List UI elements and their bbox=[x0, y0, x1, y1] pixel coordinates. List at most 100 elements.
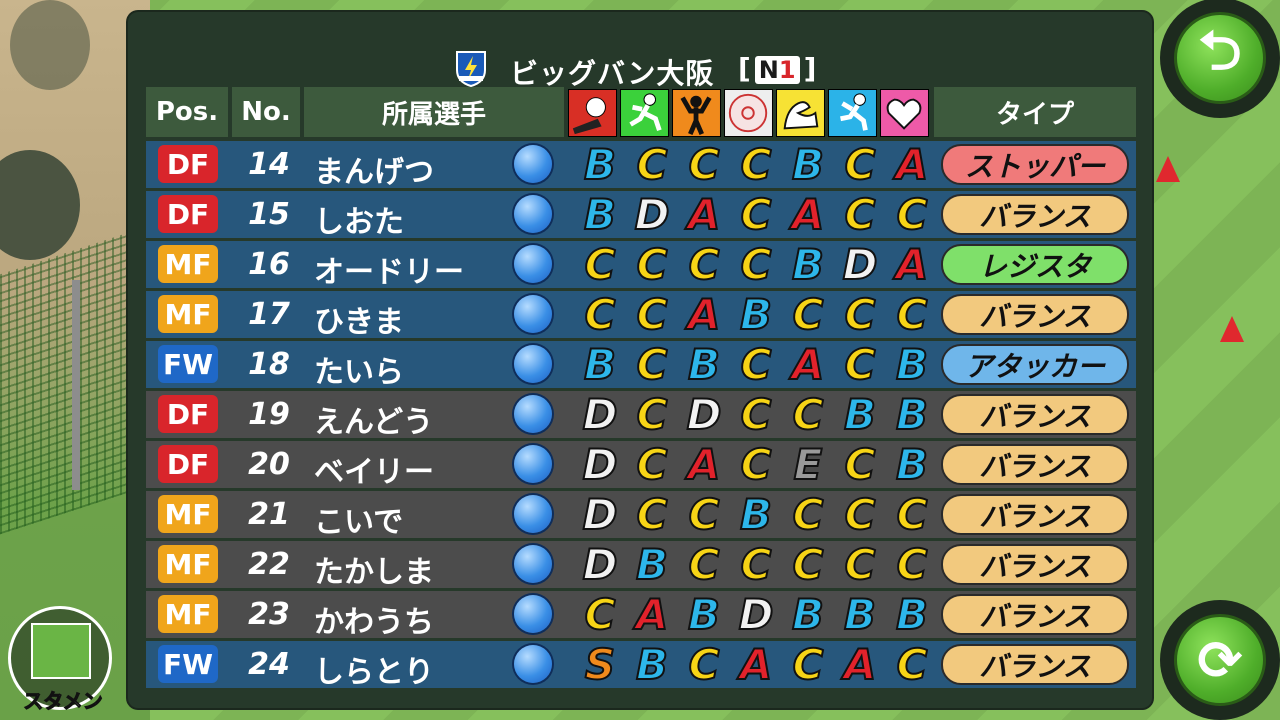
stat-grade: D bbox=[582, 389, 619, 440]
header-player: 所属選手 bbox=[304, 87, 564, 137]
player-number: 18 bbox=[248, 347, 290, 382]
stat-grade: C bbox=[844, 539, 877, 590]
player-type-badge: バランス bbox=[941, 294, 1129, 335]
stat-grade: D bbox=[582, 539, 619, 590]
player-type-badge: バランス bbox=[941, 544, 1129, 585]
header-pos: Pos. bbox=[146, 87, 228, 137]
ball-icon bbox=[724, 89, 773, 137]
stat-grade: B bbox=[635, 539, 669, 590]
stat-grade: C bbox=[792, 289, 825, 340]
stat-grade: A bbox=[739, 639, 774, 690]
stat-grade: C bbox=[636, 339, 669, 390]
stat-grade: E bbox=[793, 439, 824, 490]
stat-grade: C bbox=[740, 189, 773, 240]
stat-grade: C bbox=[740, 539, 773, 590]
player-number: 19 bbox=[248, 397, 290, 432]
stat-grade: B bbox=[895, 589, 929, 640]
back-button[interactable]: ⮌ bbox=[1160, 0, 1280, 118]
player-number: 22 bbox=[248, 547, 290, 582]
condition-orb-icon bbox=[514, 245, 552, 283]
stat-grade: B bbox=[583, 339, 617, 390]
stat-grade: B bbox=[739, 489, 773, 540]
player-row[interactable]: FW 18 たいら B C B C A C B アタッカー bbox=[146, 339, 1136, 390]
stat-grade: C bbox=[896, 289, 929, 340]
stat-grade: C bbox=[688, 639, 721, 690]
header-no: No. bbox=[232, 87, 300, 137]
stat-grade: B bbox=[843, 389, 877, 440]
cone bbox=[1156, 156, 1180, 182]
league-code: N bbox=[758, 56, 779, 84]
player-row[interactable]: DF 20 ベイリー D C A C E C B バランス bbox=[146, 439, 1136, 490]
player-name: しらとり bbox=[314, 655, 434, 690]
stat-grade: C bbox=[688, 489, 721, 540]
condition-orb-icon bbox=[514, 145, 552, 183]
stat-grade: C bbox=[636, 489, 669, 540]
player-row[interactable]: MF 22 たかしま D B C C C C C バランス bbox=[146, 539, 1136, 590]
player-row[interactable]: DF 14 まんげつ B C C C B C A ストッパー bbox=[146, 139, 1136, 190]
stat-grade: A bbox=[687, 439, 722, 490]
stat-grade: C bbox=[636, 289, 669, 340]
stat-grade: C bbox=[844, 489, 877, 540]
position-badge: MF bbox=[158, 545, 218, 583]
player-row[interactable]: MF 21 こいで D C C B C C C バランス bbox=[146, 489, 1136, 540]
player-name: まんげつ bbox=[314, 155, 434, 190]
player-number: 16 bbox=[248, 247, 290, 282]
stat-grade: C bbox=[740, 439, 773, 490]
condition-orb-icon bbox=[514, 595, 552, 633]
player-number: 23 bbox=[248, 597, 290, 632]
player-row[interactable]: MF 23 かわうち C A B D B B B バランス bbox=[146, 589, 1136, 640]
stat-grade: A bbox=[791, 189, 826, 240]
position-badge: DF bbox=[158, 195, 218, 233]
condition-orb-icon bbox=[514, 645, 552, 683]
stat-grade: B bbox=[583, 189, 617, 240]
player-row[interactable]: FW 24 しらとり S B C A C A C バランス bbox=[146, 639, 1136, 690]
player-row[interactable]: DF 15 しおた B D A C A C C バランス bbox=[146, 189, 1136, 240]
player-name: オードリー bbox=[314, 255, 464, 290]
player-name: しおた bbox=[314, 205, 404, 240]
league-bracket-open: [ bbox=[738, 52, 751, 85]
player-row[interactable]: MF 17 ひきま C C A B C C C バランス bbox=[146, 289, 1136, 340]
condition-orb-icon bbox=[514, 295, 552, 333]
player-row[interactable]: MF 16 オードリー C C C C B D A レジスタ bbox=[146, 239, 1136, 290]
league-number: 1 bbox=[778, 56, 796, 84]
league-label: [N1] bbox=[738, 52, 816, 85]
swap-button[interactable]: ⟳ bbox=[1160, 600, 1280, 720]
stat-grade: C bbox=[584, 589, 617, 640]
stat-grade: B bbox=[739, 289, 773, 340]
stat-grade: C bbox=[688, 539, 721, 590]
speed-icon bbox=[828, 89, 877, 137]
player-row[interactable]: DF 19 えんどう D C D C C B B バランス bbox=[146, 389, 1136, 440]
stat-grade: D bbox=[582, 489, 619, 540]
condition-orb-icon bbox=[514, 195, 552, 233]
stat-grade: A bbox=[895, 239, 930, 290]
player-name: ひきま bbox=[314, 305, 404, 340]
stat-grade: C bbox=[584, 289, 617, 340]
stat-grade: C bbox=[740, 389, 773, 440]
stat-grade: B bbox=[635, 639, 669, 690]
stat-grade: C bbox=[844, 439, 877, 490]
position-badge: MF bbox=[158, 245, 218, 283]
stat-grade: A bbox=[895, 139, 930, 190]
condition-orb-icon bbox=[514, 395, 552, 433]
stat-grade: A bbox=[687, 189, 722, 240]
player-type-badge: バランス bbox=[941, 594, 1129, 635]
player-type-badge: バランス bbox=[941, 494, 1129, 535]
position-badge: MF bbox=[158, 595, 218, 633]
starter-lineup-button[interactable]: スタメン bbox=[8, 606, 112, 714]
player-type-badge: バランス bbox=[941, 644, 1129, 685]
cone bbox=[1220, 316, 1244, 342]
player-name: かわうち bbox=[314, 605, 434, 640]
stat-grade: C bbox=[844, 339, 877, 390]
player-type-badge: バランス bbox=[941, 444, 1129, 485]
power-icon bbox=[776, 89, 825, 137]
stat-grade: S bbox=[584, 639, 616, 690]
condition-orb-icon bbox=[514, 445, 552, 483]
stat-grade: A bbox=[791, 339, 826, 390]
player-number: 14 bbox=[248, 147, 290, 182]
position-badge: DF bbox=[158, 145, 218, 183]
formation-pitch-icon bbox=[31, 623, 91, 679]
stat-grade: B bbox=[687, 589, 721, 640]
position-badge: MF bbox=[158, 295, 218, 333]
stat-grade: C bbox=[636, 139, 669, 190]
stat-grade: C bbox=[792, 639, 825, 690]
